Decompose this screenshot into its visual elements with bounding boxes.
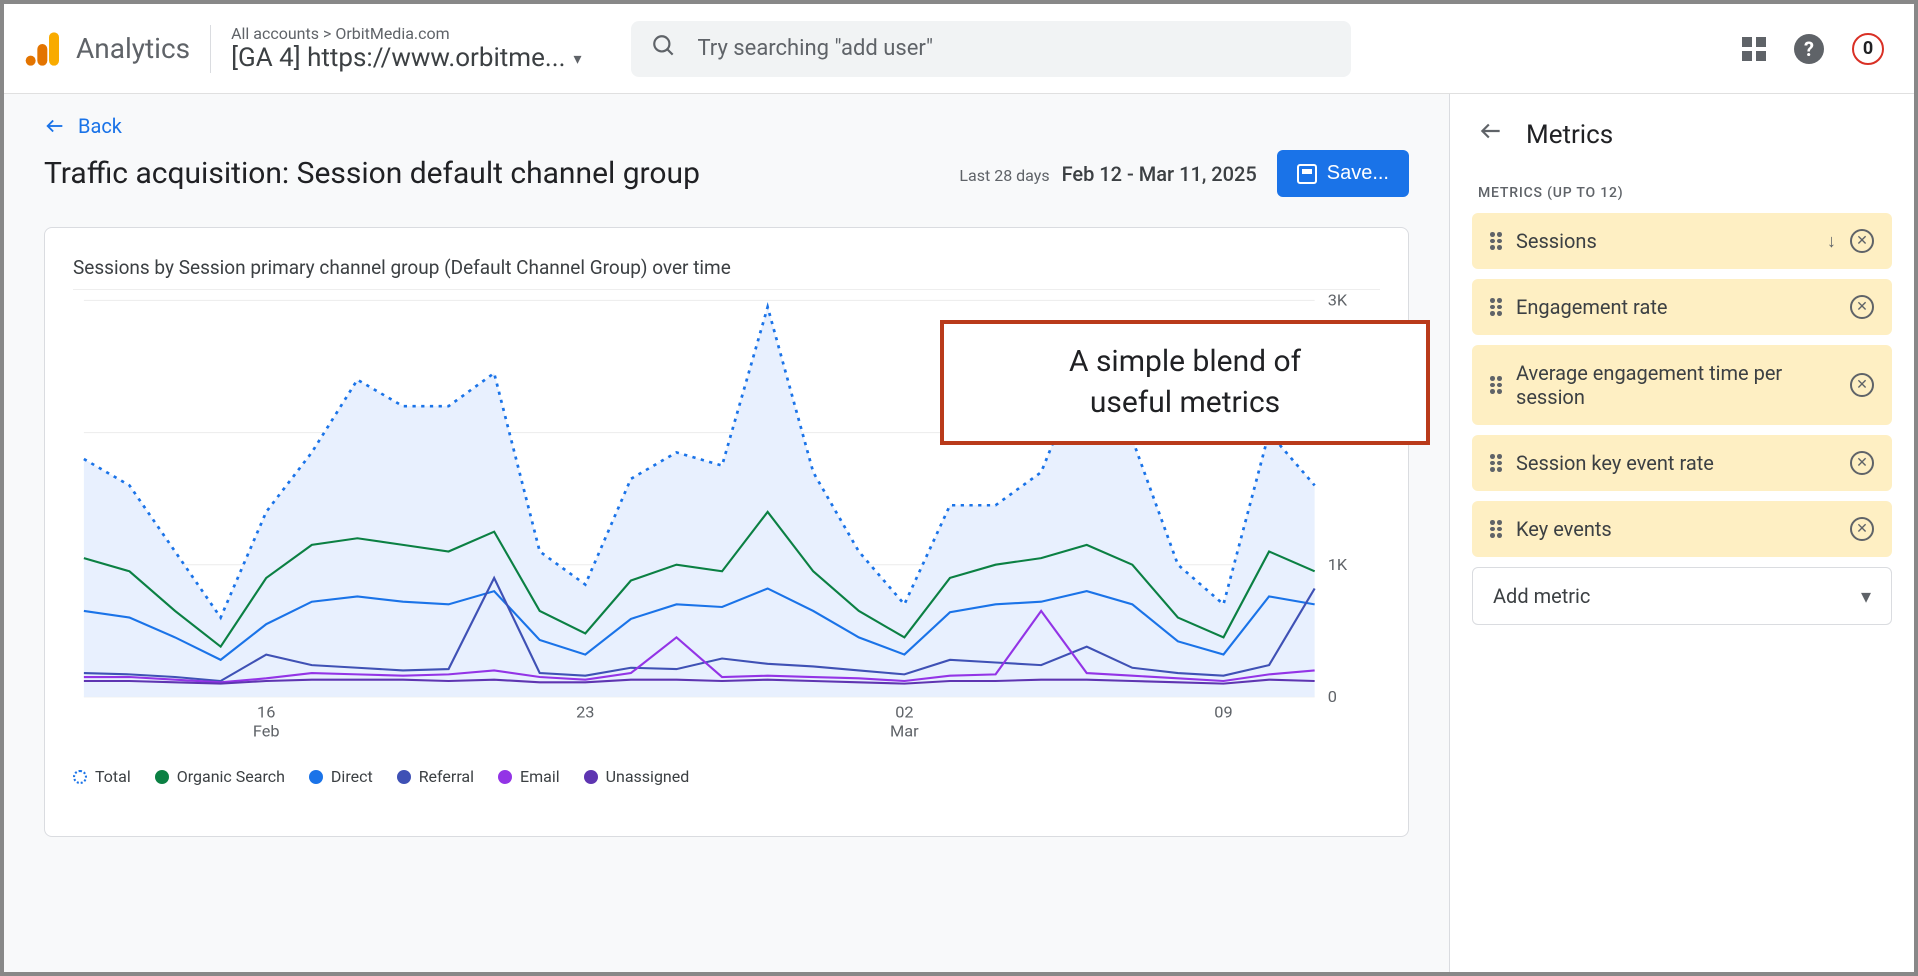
app-header: Analytics All accounts > OrbitMedia.com … <box>4 4 1914 94</box>
drag-handle-icon[interactable] <box>1490 520 1502 538</box>
remove-metric-button[interactable]: ✕ <box>1850 373 1874 397</box>
svg-text:0: 0 <box>1328 687 1337 706</box>
chart-legend: Total Organic Search Direct Referral Email Un… <box>73 767 1380 786</box>
caret-down-icon: ▾ <box>1861 584 1871 608</box>
legend-item[interactable]: Direct <box>309 767 373 786</box>
metric-item[interactable]: Session key event rate ✕ <box>1472 435 1892 491</box>
drag-handle-icon[interactable] <box>1490 376 1502 394</box>
legend-swatch <box>73 770 87 784</box>
notifications-badge[interactable]: 0 <box>1852 33 1884 65</box>
add-metric-dropdown[interactable]: Add metric ▾ <box>1472 567 1892 625</box>
apps-grid-icon[interactable] <box>1742 37 1766 61</box>
search-input[interactable]: Try searching "add user" <box>631 21 1351 77</box>
search-placeholder: Try searching "add user" <box>697 36 933 61</box>
chart-card: Sessions by Session primary channel grou… <box>44 227 1409 837</box>
legend-swatch <box>397 770 411 784</box>
legend-item[interactable]: Unassigned <box>584 767 690 786</box>
search-icon <box>651 33 677 65</box>
remove-metric-button[interactable]: ✕ <box>1850 517 1874 541</box>
svg-text:23: 23 <box>576 703 594 722</box>
remove-metric-button[interactable]: ✕ <box>1850 451 1874 475</box>
page-title: Traffic acquisition: Session default cha… <box>44 156 939 191</box>
legend-label: Email <box>520 767 560 786</box>
legend-swatch <box>584 770 598 784</box>
svg-text:09: 09 <box>1214 703 1232 722</box>
account-selector[interactable]: All accounts > OrbitMedia.com [GA 4] htt… <box>211 24 581 73</box>
caret-down-icon: ▾ <box>573 49 581 68</box>
annotation-callout: A simple blend of useful metrics <box>940 320 1430 445</box>
svg-text:02: 02 <box>895 703 913 722</box>
legend-label: Organic Search <box>177 767 285 786</box>
remove-metric-button[interactable]: ✕ <box>1850 229 1874 253</box>
legend-label: Unassigned <box>606 767 690 786</box>
account-breadcrumb: All accounts > OrbitMedia.com <box>231 24 581 43</box>
metrics-sidebar: Metrics METRICS (UP TO 12) Sessions↓✕Eng… <box>1449 94 1914 972</box>
chart-title: Sessions by Session primary channel grou… <box>73 256 1380 279</box>
main-content: Back Traffic acquisition: Session defaul… <box>4 94 1449 972</box>
remove-metric-button[interactable]: ✕ <box>1850 295 1874 319</box>
legend-swatch <box>309 770 323 784</box>
back-link[interactable]: Back <box>44 114 1409 138</box>
metric-name: Engagement rate <box>1516 295 1836 319</box>
arrow-left-icon <box>44 115 66 137</box>
legend-label: Referral <box>419 767 474 786</box>
sidebar-title: Metrics <box>1526 120 1613 150</box>
metrics-section-label: METRICS (UP TO 12) <box>1450 175 1914 213</box>
date-range-selector[interactable]: Last 28 days Feb 12 - Mar 11, 2025 <box>959 162 1256 186</box>
analytics-logo-icon <box>24 29 64 69</box>
drag-handle-icon[interactable] <box>1490 232 1502 250</box>
metric-name: Session key event rate <box>1516 451 1836 475</box>
metric-item[interactable]: Average engagement time per session ✕ <box>1472 345 1892 425</box>
metric-name: Sessions <box>1516 229 1813 253</box>
legend-swatch <box>155 770 169 784</box>
sort-arrow-icon: ↓ <box>1827 231 1836 252</box>
drag-handle-icon[interactable] <box>1490 298 1502 316</box>
legend-item[interactable]: Referral <box>397 767 474 786</box>
svg-text:Mar: Mar <box>890 722 919 741</box>
account-name: [GA 4] https://www.orbitme... <box>231 43 565 73</box>
help-icon[interactable]: ? <box>1794 34 1824 64</box>
legend-item[interactable]: Organic Search <box>155 767 285 786</box>
product-name: Analytics <box>76 32 190 65</box>
metric-item[interactable]: Key events ✕ <box>1472 501 1892 557</box>
save-icon <box>1297 164 1317 184</box>
metric-item[interactable]: Engagement rate ✕ <box>1472 279 1892 335</box>
metric-name: Key events <box>1516 517 1836 541</box>
metric-item[interactable]: Sessions ↓ ✕ <box>1472 213 1892 269</box>
legend-label: Direct <box>331 767 373 786</box>
sidebar-back-button[interactable] <box>1478 118 1504 151</box>
legend-swatch <box>498 770 512 784</box>
metric-name: Average engagement time per session <box>1516 361 1836 409</box>
legend-item[interactable]: Total <box>73 767 131 786</box>
header-actions: ? 0 <box>1742 33 1894 65</box>
drag-handle-icon[interactable] <box>1490 454 1502 472</box>
svg-text:Feb: Feb <box>253 722 280 741</box>
svg-text:16: 16 <box>257 703 275 722</box>
svg-text:1K: 1K <box>1328 555 1348 574</box>
legend-item[interactable]: Email <box>498 767 560 786</box>
svg-text:3K: 3K <box>1328 291 1348 310</box>
logo-section: Analytics <box>24 25 211 73</box>
legend-label: Total <box>95 767 131 786</box>
save-button[interactable]: Save... <box>1277 150 1409 197</box>
